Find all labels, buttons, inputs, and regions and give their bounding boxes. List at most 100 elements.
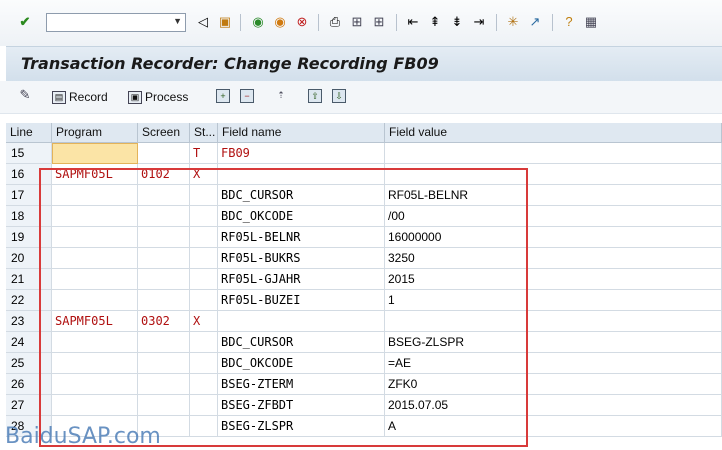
insert-line-icon[interactable]: +	[216, 89, 230, 103]
cell-screen[interactable]	[138, 248, 190, 269]
command-field[interactable]: ▼	[46, 13, 186, 32]
cell-program[interactable]	[52, 374, 138, 395]
cell-start[interactable]	[190, 374, 218, 395]
cell-program[interactable]	[52, 332, 138, 353]
cell-program[interactable]	[52, 248, 138, 269]
cell-start[interactable]	[190, 332, 218, 353]
cell-field-value[interactable]: RF05L-BELNR	[385, 185, 722, 206]
cell-screen[interactable]	[138, 374, 190, 395]
cell-field-name[interactable]	[218, 164, 385, 185]
cell-field-value[interactable]: 1	[385, 290, 722, 311]
next-page-icon[interactable]: ⇟	[448, 13, 466, 31]
back-icon[interactable]: ◁	[194, 13, 212, 31]
cell-field-value[interactable]	[385, 164, 722, 185]
cell-start[interactable]: X	[190, 164, 218, 185]
cell-field-value[interactable]: A	[385, 416, 722, 437]
cell-screen[interactable]	[138, 227, 190, 248]
cell-screen[interactable]	[138, 206, 190, 227]
cell-program[interactable]	[52, 206, 138, 227]
find-icon[interactable]: ⊞	[348, 13, 366, 31]
cancel-icon[interactable]: ⊗	[293, 13, 311, 31]
col-header-field-value[interactable]: Field value	[385, 123, 722, 143]
cell-field-value[interactable]: ZFK0	[385, 374, 722, 395]
move-icon[interactable]: ⇡	[274, 89, 288, 103]
export-icon[interactable]: ⇩	[332, 89, 346, 103]
cell-program[interactable]: SAPMF05L	[52, 311, 138, 332]
cell-screen[interactable]	[138, 290, 190, 311]
cell-field-name[interactable]: BSEG-ZFBDT	[218, 395, 385, 416]
layout-icon[interactable]: ▦	[582, 13, 600, 31]
cell-field-value[interactable]	[385, 311, 722, 332]
delete-line-icon[interactable]: −	[240, 89, 254, 103]
col-header-start[interactable]: St...	[190, 123, 218, 143]
new-session-icon[interactable]: ✳	[504, 13, 522, 31]
exit-icon[interactable]: ◉	[271, 13, 289, 31]
cell-program[interactable]	[52, 227, 138, 248]
cell-field-name[interactable]: BDC_CURSOR	[218, 332, 385, 353]
cell-field-value[interactable]: 2015.07.05	[385, 395, 722, 416]
cell-screen[interactable]: 0302	[138, 311, 190, 332]
print-icon[interactable]: ⎙	[326, 13, 344, 31]
cell-field-value[interactable]: 16000000	[385, 227, 722, 248]
cell-start[interactable]: T	[190, 143, 218, 164]
check-icon[interactable]: ✔	[16, 13, 34, 31]
cell-program[interactable]	[52, 143, 138, 164]
cell-field-name[interactable]: RF05L-BELNR	[218, 227, 385, 248]
cell-field-name[interactable]: RF05L-GJAHR	[218, 269, 385, 290]
cell-field-value[interactable]: /00	[385, 206, 722, 227]
nav-back-icon[interactable]: ◉	[249, 13, 267, 31]
cell-program[interactable]: SAPMF05L	[52, 164, 138, 185]
find-next-icon[interactable]: ⊞	[370, 13, 388, 31]
col-header-field-name[interactable]: Field name	[218, 123, 385, 143]
col-header-screen[interactable]: Screen	[138, 123, 190, 143]
cell-field-name[interactable]: BDC_OKCODE	[218, 206, 385, 227]
cell-start[interactable]	[190, 227, 218, 248]
edit-pencil-icon[interactable]: ✎	[18, 88, 32, 103]
cell-screen[interactable]	[138, 143, 190, 164]
cell-screen[interactable]	[138, 353, 190, 374]
cell-start[interactable]: X	[190, 311, 218, 332]
cell-screen[interactable]: 0102	[138, 164, 190, 185]
cell-field-name[interactable]: BSEG-ZTERM	[218, 374, 385, 395]
cell-start[interactable]	[190, 353, 218, 374]
col-header-program[interactable]: Program	[52, 123, 138, 143]
cell-field-name[interactable]: BDC_OKCODE	[218, 353, 385, 374]
cell-field-value[interactable]: =AE	[385, 353, 722, 374]
col-header-line[interactable]: Line	[6, 123, 52, 143]
cell-field-value[interactable]	[385, 143, 722, 164]
cell-start[interactable]	[190, 206, 218, 227]
cell-start[interactable]	[190, 290, 218, 311]
cell-field-name[interactable]: BSEG-ZLSPR	[218, 416, 385, 437]
cell-screen[interactable]	[138, 269, 190, 290]
cell-screen[interactable]	[138, 185, 190, 206]
cell-program[interactable]	[52, 185, 138, 206]
cell-field-name[interactable]: FB09	[218, 143, 385, 164]
cell-screen[interactable]	[138, 332, 190, 353]
cell-field-name[interactable]: BDC_CURSOR	[218, 185, 385, 206]
cell-field-name[interactable]: RF05L-BUKRS	[218, 248, 385, 269]
cell-program[interactable]	[52, 290, 138, 311]
first-page-icon[interactable]: ⇤	[404, 13, 422, 31]
cell-start[interactable]	[190, 395, 218, 416]
save-icon[interactable]: ▣	[216, 13, 234, 31]
prev-page-icon[interactable]: ⇞	[426, 13, 444, 31]
cell-program[interactable]	[52, 395, 138, 416]
help-icon[interactable]: ?	[560, 13, 578, 31]
cell-start[interactable]	[190, 185, 218, 206]
chevron-down-icon[interactable]: ▼	[173, 16, 182, 26]
last-page-icon[interactable]: ⇥	[470, 13, 488, 31]
cell-program[interactable]	[52, 353, 138, 374]
record-button[interactable]: ▤ Record	[52, 88, 108, 106]
cell-field-value[interactable]: BSEG-ZLSPR	[385, 332, 722, 353]
cell-start[interactable]	[190, 269, 218, 290]
process-button[interactable]: ▣ Process	[128, 88, 188, 106]
cell-start[interactable]	[190, 248, 218, 269]
cell-program[interactable]	[52, 269, 138, 290]
cell-field-name[interactable]: RF05L-BUZEI	[218, 290, 385, 311]
cell-start[interactable]	[190, 416, 218, 437]
cell-screen[interactable]	[138, 395, 190, 416]
cell-field-value[interactable]: 3250	[385, 248, 722, 269]
cell-field-value[interactable]: 2015	[385, 269, 722, 290]
import-icon[interactable]: ⇧	[308, 89, 322, 103]
shortcut-icon[interactable]: ↗	[526, 13, 544, 31]
